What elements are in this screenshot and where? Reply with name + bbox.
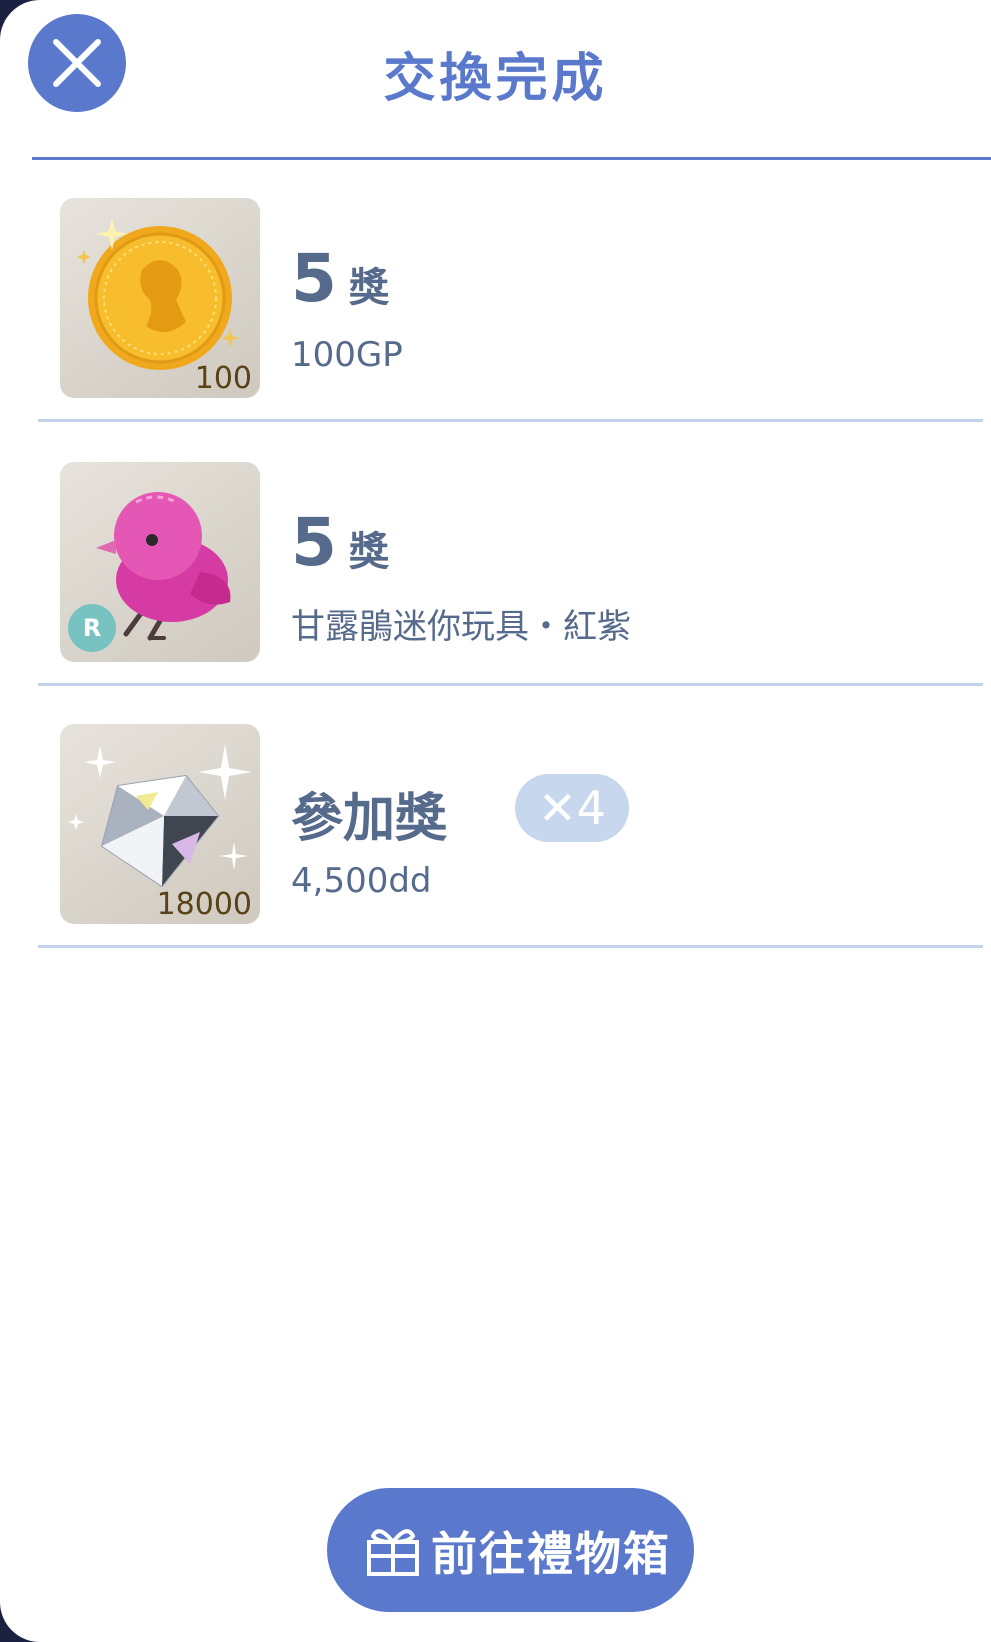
gift-button-label: 前往禮物箱 (431, 1527, 671, 1581)
participation-prize-label: 參加獎 (291, 789, 448, 849)
prize-number: 5 (291, 240, 337, 317)
reward-item: R 5獎 甘露鵑迷你玩具・紅紫 (38, 424, 983, 686)
gift-box-icon (367, 1529, 419, 1576)
reward-description: 4,500dd (291, 861, 432, 901)
reward-thumbnail: 100 (60, 198, 260, 398)
exchange-complete-sheet: 交換完成 100 5獎 100GP R 5 獎 甘露鵑迷你玩具・紅紫 18000… (0, 0, 991, 1642)
reward-item: 18000 參加獎 ✕4 4,500dd (38, 686, 983, 948)
prize-rank: 5獎 (291, 504, 389, 581)
prize-number: 5 (291, 504, 337, 581)
reward-description: 甘露鵑迷你玩具・紅紫 (291, 607, 631, 647)
reward-description: 100GP (291, 335, 403, 375)
rarity-badge: R (68, 604, 116, 652)
page-title: 交換完成 (383, 49, 608, 109)
reward-thumbnail: 18000 (60, 724, 260, 924)
go-to-gift-box-button[interactable]: 前往禮物箱 (327, 1488, 694, 1612)
quantity-badge: ✕4 (515, 774, 629, 842)
prize-unit: 獎 (348, 529, 389, 575)
row-divider (38, 945, 983, 948)
item-count: 18000 (156, 887, 252, 922)
item-count: 100 (194, 361, 252, 396)
row-divider (38, 419, 983, 422)
reward-item: 100 5獎 100GP (38, 160, 983, 422)
prize-unit: 獎 (348, 265, 389, 311)
prize-rank: 5獎 (291, 240, 389, 317)
reward-thumbnail: R (60, 462, 260, 662)
